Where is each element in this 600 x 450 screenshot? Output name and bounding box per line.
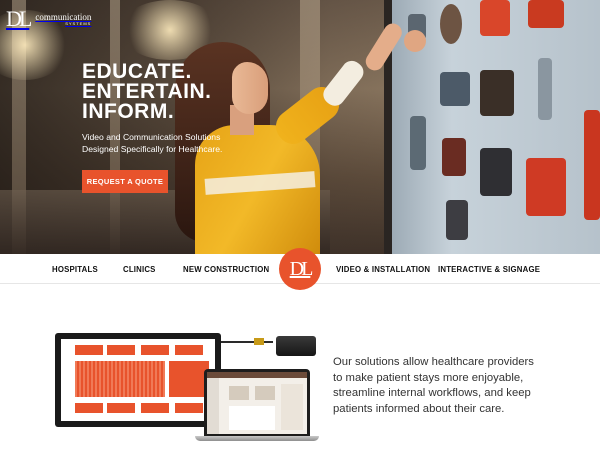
laptop-widget	[229, 386, 249, 400]
laptop-illustration	[204, 369, 310, 437]
description-line: Our solutions allow healthcare providers	[333, 356, 534, 368]
nav-logo[interactable]: DL	[279, 248, 321, 290]
screen-tile	[538, 58, 552, 120]
woman-face	[232, 62, 268, 114]
screen-tile	[480, 70, 514, 116]
laptop-base	[195, 436, 319, 441]
laptop-widget	[255, 386, 275, 400]
dashboard-tile	[107, 345, 135, 355]
laptop-screen	[207, 372, 307, 434]
description-line: patients informed about their care.	[333, 402, 505, 415]
nav-item-interactive-signage[interactable]: INTERACTIVE & SIGNAGE	[438, 254, 540, 284]
headline-line: EDUCATE.	[82, 60, 192, 83]
dashboard-tile	[75, 403, 103, 413]
nav-item-clinics[interactable]: CLINICS	[123, 254, 156, 284]
hero-banner: DL communication SYSTEMS EDUCATE. ENTERT…	[0, 0, 600, 254]
dashboard-tile	[175, 345, 203, 355]
laptop-widget	[281, 384, 303, 430]
dashboard-chart	[75, 361, 165, 397]
screen-tile	[526, 158, 566, 216]
set-top-box	[276, 336, 316, 356]
brand-logo[interactable]: DL communication SYSTEMS	[6, 8, 91, 30]
subtext-line: Video and Communication Solutions	[82, 132, 221, 142]
screen-tile	[480, 0, 510, 36]
laptop-widget	[229, 406, 275, 430]
hero-headline: EDUCATE. ENTERTAIN. INFORM.	[82, 60, 212, 123]
brand-tagline: SYSTEMS	[65, 21, 92, 26]
dashboard-tile	[175, 403, 203, 413]
laptop-app-sidebar	[207, 378, 219, 434]
nav-item-video-installation[interactable]: VIDEO & INSTALLATION	[336, 254, 430, 284]
screen-tile	[584, 110, 600, 220]
screen-tile	[442, 138, 466, 176]
dashboard-tile	[75, 345, 103, 355]
hdmi-cable	[221, 341, 273, 343]
description-line: streamline internal workflows, and keep	[333, 387, 531, 399]
screen-tile	[528, 0, 564, 28]
request-quote-button[interactable]: REQUEST A QUOTE	[82, 170, 168, 193]
brand-wordmark: communication SYSTEMS	[35, 13, 91, 26]
subtext-line: Designed Specifically for Healthcare.	[82, 144, 223, 154]
screen-tile	[480, 148, 512, 196]
screen-tile	[446, 200, 468, 240]
cable-plug	[254, 338, 264, 345]
woman-sleeve	[319, 56, 368, 110]
woman-hand	[404, 30, 426, 52]
monitor-screen	[61, 339, 215, 421]
nav-item-hospitals[interactable]: HOSPITALS	[52, 254, 98, 284]
screen-tile	[440, 72, 470, 106]
dashboard-monitor-illustration	[55, 333, 221, 427]
solutions-description: Our solutions allow healthcare providers…	[333, 355, 553, 417]
dashboard-panel	[169, 361, 209, 397]
brand-mark: DL	[6, 6, 32, 31]
dashboard-tile	[141, 345, 169, 355]
screen-tile	[440, 4, 462, 44]
dashboard-tile	[141, 403, 169, 413]
headline-line: INFORM.	[82, 100, 175, 123]
hero-subtext: Video and Communication Solutions Design…	[82, 131, 252, 155]
headline-line: ENTERTAIN.	[82, 80, 212, 103]
description-line: to make patient stays more enjoyable,	[333, 371, 524, 384]
dashboard-tile	[107, 403, 135, 413]
screen-tile	[410, 116, 426, 170]
laptop-app-bar	[207, 372, 307, 378]
nav-item-new-construction[interactable]: NEW CONSTRUCTION	[183, 254, 269, 284]
